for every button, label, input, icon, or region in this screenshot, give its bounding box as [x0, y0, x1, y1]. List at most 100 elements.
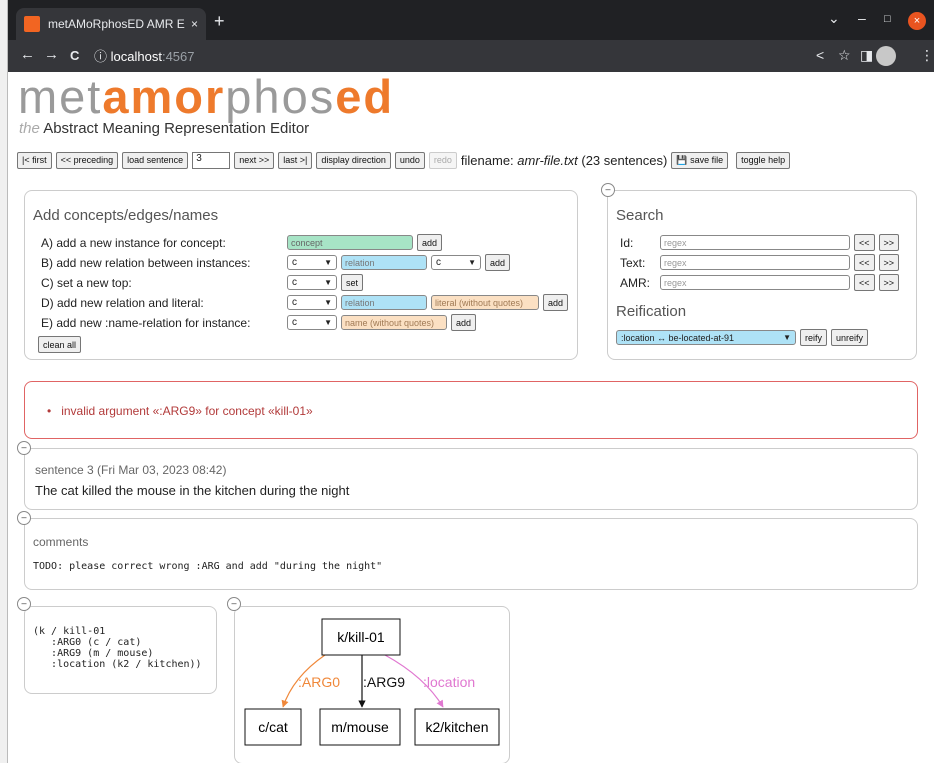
target-instance-select[interactable]: c ▼ — [431, 255, 481, 270]
minimize-icon[interactable]: – — [858, 10, 866, 26]
reification-select[interactable]: :location ↔ be-located-at-91 ▼ — [616, 330, 796, 345]
edge-label-location: :location — [423, 674, 475, 690]
source-instance-select[interactable]: c ▼ — [287, 255, 337, 270]
maximize-icon[interactable]: □ — [884, 13, 891, 25]
add-literal-button[interactable]: add — [543, 294, 569, 311]
search-text-input[interactable]: regex — [660, 255, 850, 270]
name-instance-select[interactable]: c ▼ — [287, 315, 337, 330]
penman-panel: – (k / kill-01 :ARG0 (c / cat) :ARG9 (m … — [17, 597, 217, 694]
menu-icon[interactable]: ⋮ — [920, 47, 934, 64]
search-amr-prev-button[interactable]: << — [854, 274, 875, 291]
search-id-input[interactable]: regex — [660, 235, 850, 250]
redo-button[interactable]: redo — [428, 151, 457, 169]
concept-input[interactable]: concept — [287, 235, 413, 250]
reify-button[interactable]: reify — [800, 329, 828, 346]
error-panel: • invalid argument «:ARG9» for concept «… — [24, 381, 918, 439]
name-input[interactable]: name (without quotes) — [341, 315, 447, 330]
info-icon[interactable]: ⓘ — [94, 49, 107, 64]
app-logo: metamorphosed — [18, 70, 395, 123]
bullet-icon: • — [47, 404, 52, 418]
search-amr-row: AMR: regex << >> — [620, 274, 903, 291]
chevron-down-icon: ▼ — [324, 298, 332, 307]
sentence-header: sentence 3 (Fri Mar 03, 2023 08:42) — [35, 463, 227, 477]
undo-button[interactable]: undo — [394, 151, 425, 169]
navigation-toolbar: |< first << preceding load sentence 3 ne… — [17, 151, 794, 169]
comments-text: TODO: please correct wrong :ARG and add … — [33, 561, 383, 572]
comments-title: comments — [33, 535, 89, 549]
new-tab-icon[interactable]: + — [214, 12, 225, 30]
set-top-button[interactable]: set — [341, 274, 364, 291]
search-id-prev-button[interactable]: << — [854, 234, 875, 251]
collapse-icon[interactable]: – — [17, 597, 31, 611]
add-name-button[interactable]: add — [451, 314, 477, 331]
chevron-down-icon: ▼ — [324, 278, 332, 287]
favicon-icon — [24, 16, 40, 32]
add-concept-button[interactable]: add — [417, 234, 443, 251]
display-direction-button[interactable]: display direction — [316, 151, 391, 169]
search-panel: – Search Id: regex << >> Text: regex << … — [601, 183, 917, 360]
page-content: metamorphosed the Abstract Meaning Repre… — [8, 72, 934, 763]
forward-arrow-icon[interactable]: → — [44, 46, 59, 63]
add-panel: Add concepts/edges/names A) add a new in… — [24, 190, 578, 360]
chevron-down-icon: ▼ — [324, 258, 332, 267]
reload-icon[interactable]: C — [70, 48, 79, 63]
unreify-button[interactable]: unreify — [831, 329, 869, 346]
search-amr-input[interactable]: regex — [660, 275, 850, 290]
collapse-icon[interactable]: – — [601, 183, 615, 197]
collapse-icon[interactable]: – — [17, 511, 31, 525]
graph-node-kitchen-label: k2/kitchen — [425, 719, 488, 735]
save-file-button[interactable]: 💾 save file — [671, 151, 729, 169]
add-panel-title: Add concepts/edges/names — [33, 207, 219, 224]
search-amr-next-button[interactable]: >> — [878, 274, 900, 291]
last-button[interactable]: last >| — [278, 151, 313, 169]
first-button[interactable]: |< first — [17, 151, 52, 169]
set-top-row: C) set a new top: c ▼ set — [41, 274, 367, 291]
preceding-button[interactable]: << preceding — [55, 151, 119, 169]
literal-instance-select[interactable]: c ▼ — [287, 295, 337, 310]
add-name-row: E) add new :name-relation for instance: … — [41, 314, 480, 331]
next-button[interactable]: next >> — [234, 151, 275, 169]
add-literal-row: D) add new relation and literal: c ▼ rela… — [41, 294, 572, 311]
error-message: invalid argument «:ARG9» for concept «ki… — [61, 404, 313, 418]
star-icon[interactable]: ☆ — [838, 47, 851, 64]
chevron-down-icon: ▼ — [783, 333, 791, 342]
clean-row: clean all — [38, 336, 85, 353]
sentence-text: The cat killed the mouse in the kitchen … — [35, 483, 350, 498]
window-close-icon[interactable]: × — [908, 12, 926, 30]
search-text-next-button[interactable]: >> — [878, 254, 900, 271]
penman-text[interactable]: (k / kill-01 :ARG0 (c / cat) :ARG9 (m / … — [33, 626, 202, 670]
add-relation-button[interactable]: add — [485, 254, 511, 271]
relation-input[interactable]: relation — [341, 255, 427, 270]
collapse-icon[interactable]: – — [17, 441, 31, 455]
profile-avatar[interactable] — [876, 46, 896, 66]
search-text-prev-button[interactable]: << — [854, 254, 875, 271]
literal-relation-input[interactable]: relation — [341, 295, 427, 310]
side-panel-icon[interactable]: ◨ — [860, 47, 873, 64]
browser-tab[interactable]: metAMoRphosED AMR Ec × — [16, 8, 206, 40]
reification-row: :location ↔ be-located-at-91 ▼ reify unre… — [616, 329, 872, 346]
close-tab-icon[interactable]: × — [191, 17, 198, 31]
url-port: :4567 — [161, 49, 195, 64]
graph-node-root-label: k/kill-01 — [337, 629, 385, 645]
sentence-panel: – sentence 3 (Fri Mar 03, 2023 08:42) Th… — [17, 441, 918, 510]
app-subtitle: the Abstract Meaning Representation Edit… — [19, 120, 310, 137]
load-sentence-button[interactable]: load sentence — [122, 151, 189, 169]
back-arrow-icon[interactable]: ← — [20, 46, 35, 63]
edge-label-arg9: :ARG9 — [363, 674, 405, 690]
share-icon[interactable]: < — [816, 47, 824, 63]
clean-all-button[interactable]: clean all — [38, 336, 82, 353]
filename-display: filename: amr-file.txt (23 sentences) — [460, 152, 668, 168]
comments-panel: – comments TODO: please correct wrong :A… — [17, 511, 918, 590]
sentence-number-input[interactable]: 3 — [192, 151, 231, 169]
address-bar[interactable]: ⓘ localhost:4567 — [94, 46, 195, 65]
top-instance-select[interactable]: c ▼ — [287, 275, 337, 290]
toggle-help-button[interactable]: toggle help — [736, 151, 791, 169]
chevron-down-icon: ▼ — [468, 258, 476, 267]
literal-input[interactable]: literal (without quotes) — [431, 295, 539, 310]
edge-label-arg0: :ARG0 — [298, 674, 340, 690]
search-title: Search — [616, 207, 664, 224]
chevron-down-icon[interactable]: ⌄ — [828, 10, 840, 27]
search-id-next-button[interactable]: >> — [878, 234, 900, 251]
browser-toolbar: ← → C ⓘ localhost:4567 < ☆ ◨ ⋮ — [8, 40, 934, 72]
tab-title: metAMoRphosED AMR Ec — [48, 17, 185, 31]
